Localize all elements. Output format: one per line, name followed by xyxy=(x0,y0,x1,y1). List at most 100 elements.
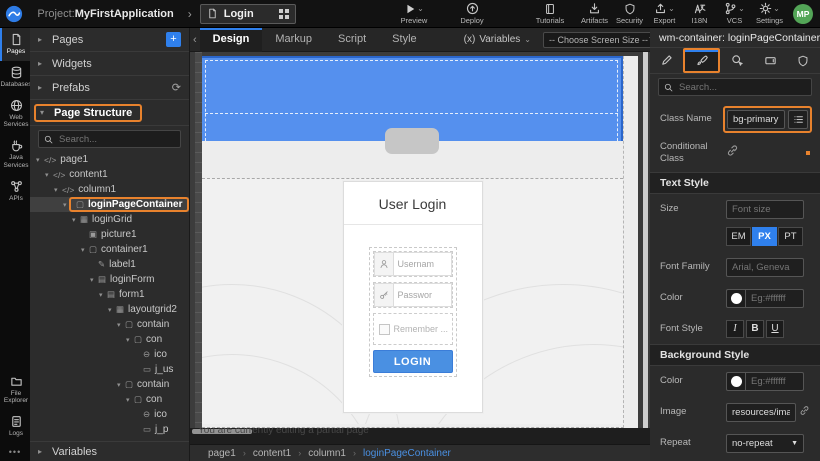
export-button[interactable]: ⌄ Export xyxy=(648,2,681,25)
i18n-button[interactable]: I18N xyxy=(683,2,716,25)
vcs-button[interactable]: ⌄ VCS xyxy=(718,2,751,25)
tree-node-container1[interactable]: ▾▢container1 xyxy=(30,242,189,257)
caret-down-icon[interactable]: ▾ xyxy=(117,381,125,389)
section-widgets[interactable]: ▸ Widgets xyxy=(30,52,189,76)
canvas-vertical-scrollbar[interactable] xyxy=(643,52,648,428)
structure-search-input[interactable] xyxy=(57,133,175,146)
settings-button[interactable]: ⌄ Settings xyxy=(753,2,786,25)
caret-down-icon[interactable]: ▾ xyxy=(126,336,134,344)
breadcrumb-loginPageContainer[interactable]: loginPageContainer xyxy=(363,448,451,459)
section-page-structure[interactable]: ▾ Page Structure xyxy=(30,100,189,126)
tree-node-j_p[interactable]: ▭j_p xyxy=(30,422,189,437)
caret-down-icon[interactable]: ▾ xyxy=(36,156,44,164)
tab-properties[interactable] xyxy=(650,48,683,73)
tree-node-page1[interactable]: ▾</>page1 xyxy=(30,152,189,167)
class-list-button[interactable] xyxy=(788,110,808,129)
link-icon[interactable] xyxy=(726,144,739,162)
tab-design[interactable]: Design xyxy=(200,28,263,52)
breadcrumb-column1[interactable]: column1 xyxy=(308,448,346,459)
login-page-container-blue[interactable] xyxy=(202,56,623,141)
tree-node-con[interactable]: ▾▢con xyxy=(30,332,189,347)
tab-markup[interactable]: Markup xyxy=(262,28,325,52)
unit-em-button[interactable]: EM xyxy=(726,227,751,246)
login-card[interactable]: User Login Usernam Passwor xyxy=(343,181,483,413)
collapse-left-icon[interactable]: ‹ xyxy=(190,34,200,46)
class-name-input[interactable] xyxy=(727,110,785,129)
canvas-page[interactable]: User Login Usernam Passwor xyxy=(202,56,638,428)
tab-style[interactable]: Style xyxy=(379,28,429,52)
font-family-input[interactable] xyxy=(726,258,804,277)
remember-group[interactable]: Remember ... xyxy=(373,313,453,345)
tree-node-content1[interactable]: ▾</>content1 xyxy=(30,167,189,182)
section-prefabs[interactable]: ▸ Prefabs ⟳ xyxy=(30,76,189,100)
rail-more-icon[interactable]: ••• xyxy=(0,443,30,461)
caret-down-icon[interactable]: ▾ xyxy=(45,171,53,179)
unit-px-button[interactable]: PX xyxy=(752,227,777,246)
rail-item-apis[interactable]: APIs xyxy=(0,175,30,208)
unit-pt-button[interactable]: PT xyxy=(778,227,803,246)
tree-node-loginForm[interactable]: ▾▤loginForm xyxy=(30,272,189,287)
tree-node-picture1[interactable]: ▣picture1 xyxy=(30,227,189,242)
artifacts-button[interactable]: Artifacts xyxy=(578,2,611,25)
link-icon[interactable] xyxy=(799,403,810,421)
underline-button[interactable]: U xyxy=(766,320,784,338)
caret-down-icon[interactable]: ▾ xyxy=(54,186,62,194)
tab-script[interactable]: Script xyxy=(325,28,379,52)
bg-color-input[interactable] xyxy=(746,372,804,391)
user-avatar[interactable]: MP xyxy=(793,4,813,24)
tree-node-form1[interactable]: ▾▤form1 xyxy=(30,287,189,302)
rail-item-databases[interactable]: Databases xyxy=(0,61,30,94)
text-color-input[interactable] xyxy=(746,289,804,308)
username-group[interactable]: Usernam xyxy=(373,251,453,277)
password-group[interactable]: Passwor xyxy=(373,282,453,308)
rail-item-web-services[interactable]: Web Services xyxy=(0,94,30,135)
breadcrumb-content1[interactable]: content1 xyxy=(253,448,291,459)
tree-node-label1[interactable]: ✎label1 xyxy=(30,257,189,272)
bg-color-swatch[interactable] xyxy=(726,372,746,391)
screen-size-select[interactable]: -- Choose Screen Size -- ▼ xyxy=(543,32,661,48)
text-color-swatch[interactable] xyxy=(726,289,746,308)
wavemaker-logo-icon[interactable] xyxy=(0,0,27,28)
tree-node-loginGrid[interactable]: ▾▦loginGrid xyxy=(30,212,189,227)
tree-node-ico[interactable]: ⊖ico xyxy=(30,407,189,422)
tree-node-column1[interactable]: ▾</>column1 xyxy=(30,182,189,197)
breadcrumb-page1[interactable]: page1 xyxy=(208,448,236,459)
login-form[interactable]: Usernam Passwor Remember ... xyxy=(369,247,457,377)
bg-repeat-select[interactable]: no-repeat ▼ xyxy=(726,434,804,453)
inspector-search-input[interactable] xyxy=(677,81,806,94)
tab-events[interactable] xyxy=(720,48,753,73)
username-input[interactable]: Usernam xyxy=(394,252,452,276)
tree-node-contain[interactable]: ▾▢contain xyxy=(30,317,189,332)
variables-dropdown[interactable]: (x) Variables ⌄ xyxy=(464,34,531,45)
caret-down-icon[interactable]: ▾ xyxy=(72,216,80,224)
rail-item-file-explorer[interactable]: File Explorer xyxy=(0,370,30,411)
security-button[interactable]: Security xyxy=(613,2,646,25)
caret-down-icon[interactable]: ▾ xyxy=(99,291,107,299)
tutorials-button[interactable]: Tutorials xyxy=(522,2,578,25)
tab-security[interactable] xyxy=(787,48,820,73)
tree-node-con[interactable]: ▾▢con xyxy=(30,392,189,407)
structure-search[interactable] xyxy=(38,130,181,148)
remember-checkbox[interactable] xyxy=(379,324,390,335)
inspector-search[interactable] xyxy=(658,78,812,96)
page-main-section[interactable]: User Login Usernam Passwor xyxy=(202,178,623,424)
bold-button[interactable]: B xyxy=(746,320,764,338)
caret-down-icon[interactable]: ▾ xyxy=(117,321,125,329)
login-button[interactable]: LOGIN xyxy=(373,350,453,373)
deploy-button[interactable]: Deploy xyxy=(450,2,494,25)
tab-device[interactable] xyxy=(754,48,787,73)
font-size-input[interactable] xyxy=(726,200,804,219)
tree-node-j_us[interactable]: ▭j_us xyxy=(30,362,189,377)
section-variables[interactable]: ▸ Variables xyxy=(30,441,189,461)
italic-button[interactable]: I xyxy=(726,320,744,338)
bg-image-input[interactable] xyxy=(726,403,796,422)
tab-styles[interactable] xyxy=(683,48,720,73)
caret-down-icon[interactable]: ▾ xyxy=(108,306,116,314)
add-page-button[interactable]: + xyxy=(166,32,181,47)
caret-down-icon[interactable]: ▾ xyxy=(126,396,134,404)
password-input[interactable]: Passwor xyxy=(394,283,452,307)
tree-node-loginPageContainer[interactable]: ▾▢loginPageContainer xyxy=(30,197,189,212)
preview-button[interactable]: ⌄ Preview xyxy=(392,2,436,25)
section-pages[interactable]: ▸ Pages + xyxy=(30,28,189,52)
tree-node-contain[interactable]: ▾▢contain xyxy=(30,377,189,392)
